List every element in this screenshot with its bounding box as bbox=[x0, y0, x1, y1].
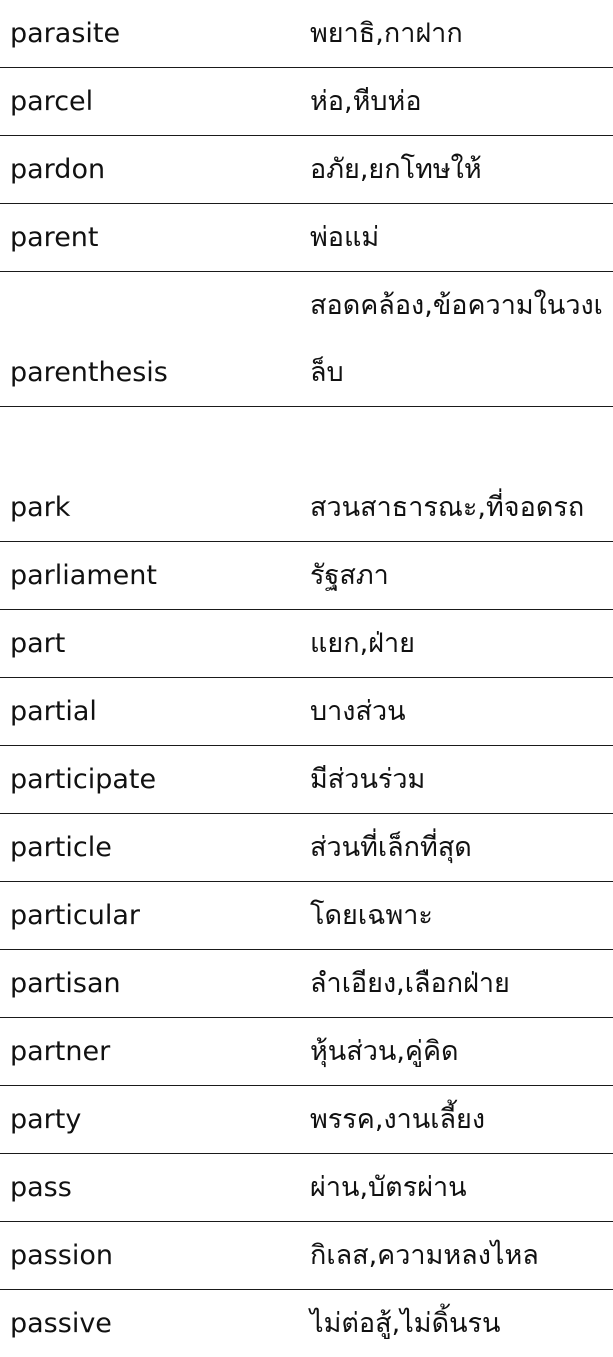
table-row: parliament รัฐสภา bbox=[0, 542, 613, 610]
table-row: party พรรค,งานเลี้ยง bbox=[0, 1086, 613, 1154]
table-row: passion กิเลส,ความหลงไหล bbox=[0, 1222, 613, 1290]
english-word: parenthesis bbox=[0, 272, 310, 407]
english-word: participate bbox=[0, 746, 310, 814]
thai-meaning-text: ผ่าน,บัตรผ่าน bbox=[310, 1154, 613, 1221]
thai-meaning-text: อภัย,ยกโทษให้ bbox=[310, 136, 613, 203]
thai-meaning-text: หุ้นส่วน,คู่คิด bbox=[310, 1018, 613, 1085]
table-row: partisan ลำเอียง,เลือกฝ่าย bbox=[0, 950, 613, 1018]
thai-meaning: พรรค,งานเลี้ยง bbox=[310, 1086, 613, 1154]
english-word: pardon bbox=[0, 136, 310, 204]
english-word: partner bbox=[0, 1018, 310, 1086]
thai-meaning: บางส่วน bbox=[310, 678, 613, 746]
table-row: particular โดยเฉพาะ bbox=[0, 882, 613, 950]
thai-meaning: รัฐสภา bbox=[310, 542, 613, 610]
english-word: particle bbox=[0, 814, 310, 882]
thai-meaning: พยาธิ,กาฝาก bbox=[310, 0, 613, 68]
table-row: particle ส่วนที่เล็กที่สุด bbox=[0, 814, 613, 882]
english-word: parasite bbox=[0, 0, 310, 68]
english-word: passive bbox=[0, 1290, 310, 1357]
english-word: passion bbox=[0, 1222, 310, 1290]
thai-meaning-text: สวนสาธารณะ,ที่จอดรถ bbox=[310, 474, 613, 541]
thai-meaning: มีส่วนร่วม bbox=[310, 746, 613, 814]
thai-meaning: อภัย,ยกโทษให้ bbox=[310, 136, 613, 204]
table-row: parcel ห่อ,หีบห่อ bbox=[0, 68, 613, 136]
thai-meaning-text: สอดคล้อง,ข้อความในวงเล็บ bbox=[310, 272, 613, 406]
thai-meaning-text: มีส่วนร่วม bbox=[310, 746, 613, 813]
thai-meaning: ลำเอียง,เลือกฝ่าย bbox=[310, 950, 613, 1018]
thai-meaning: พ่อแม่ bbox=[310, 204, 613, 272]
table-row: passive ไม่ต่อสู้,ไม่ดิ้นรน bbox=[0, 1290, 613, 1357]
vocabulary-table-body: parasite พยาธิ,กาฝาก parcel ห่อ,หีบห่อ p… bbox=[0, 0, 613, 1357]
table-row: pardon อภัย,ยกโทษให้ bbox=[0, 136, 613, 204]
thai-meaning: หุ้นส่วน,คู่คิด bbox=[310, 1018, 613, 1086]
thai-meaning: โดยเฉพาะ bbox=[310, 882, 613, 950]
thai-meaning: กิเลส,ความหลงไหล bbox=[310, 1222, 613, 1290]
english-word: parent bbox=[0, 204, 310, 272]
table-row: pass ผ่าน,บัตรผ่าน bbox=[0, 1154, 613, 1222]
table-row: part แยก,ฝ่าย bbox=[0, 610, 613, 678]
thai-meaning-text: รัฐสภา bbox=[310, 542, 613, 609]
thai-meaning: สวนสาธารณะ,ที่จอดรถ bbox=[310, 407, 613, 542]
thai-meaning-text: ไม่ต่อสู้,ไม่ดิ้นรน bbox=[310, 1290, 613, 1357]
thai-meaning-text: ลำเอียง,เลือกฝ่าย bbox=[310, 950, 613, 1017]
table-row: partial บางส่วน bbox=[0, 678, 613, 746]
english-word: particular bbox=[0, 882, 310, 950]
english-word: parliament bbox=[0, 542, 310, 610]
english-word: partisan bbox=[0, 950, 310, 1018]
thai-meaning-text: พรรค,งานเลี้ยง bbox=[310, 1086, 613, 1153]
thai-meaning: สอดคล้อง,ข้อความในวงเล็บ bbox=[310, 272, 613, 407]
table-row: parenthesis สอดคล้อง,ข้อความในวงเล็บ bbox=[0, 272, 613, 407]
english-word: part bbox=[0, 610, 310, 678]
english-word: parcel bbox=[0, 68, 310, 136]
thai-meaning-text: พ่อแม่ bbox=[310, 204, 613, 271]
table-row: participate มีส่วนร่วม bbox=[0, 746, 613, 814]
thai-meaning: ห่อ,หีบห่อ bbox=[310, 68, 613, 136]
thai-meaning-text: กิเลส,ความหลงไหล bbox=[310, 1222, 613, 1289]
thai-meaning-text: โดยเฉพาะ bbox=[310, 882, 613, 949]
vocabulary-table: parasite พยาธิ,กาฝาก parcel ห่อ,หีบห่อ p… bbox=[0, 0, 613, 1357]
thai-meaning: ไม่ต่อสู้,ไม่ดิ้นรน bbox=[310, 1290, 613, 1357]
english-word: pass bbox=[0, 1154, 310, 1222]
english-word: partial bbox=[0, 678, 310, 746]
thai-meaning: ส่วนที่เล็กที่สุด bbox=[310, 814, 613, 882]
table-row: partner หุ้นส่วน,คู่คิด bbox=[0, 1018, 613, 1086]
thai-meaning-text: พยาธิ,กาฝาก bbox=[310, 0, 613, 67]
thai-meaning-text: บางส่วน bbox=[310, 678, 613, 745]
table-row: park สวนสาธารณะ,ที่จอดรถ bbox=[0, 407, 613, 542]
thai-meaning-text: ส่วนที่เล็กที่สุด bbox=[310, 814, 613, 881]
thai-meaning-text: ห่อ,หีบห่อ bbox=[310, 68, 613, 135]
table-row: parent พ่อแม่ bbox=[0, 204, 613, 272]
english-word: party bbox=[0, 1086, 310, 1154]
english-word: park bbox=[0, 407, 310, 542]
thai-meaning: แยก,ฝ่าย bbox=[310, 610, 613, 678]
table-row: parasite พยาธิ,กาฝาก bbox=[0, 0, 613, 68]
thai-meaning-text: แยก,ฝ่าย bbox=[310, 610, 613, 677]
thai-meaning: ผ่าน,บัตรผ่าน bbox=[310, 1154, 613, 1222]
